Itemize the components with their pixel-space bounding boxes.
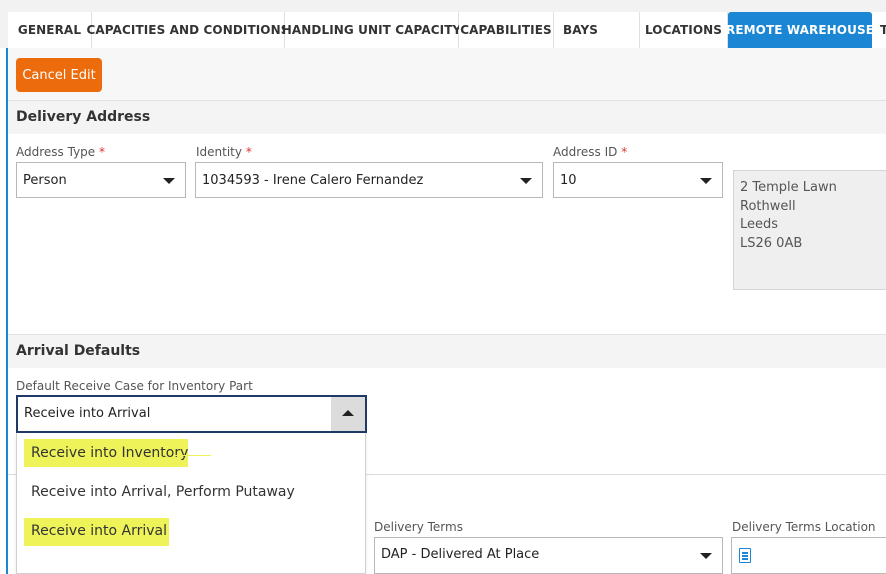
- address-id-select[interactable]: 10: [553, 162, 723, 198]
- delivery-terms-label: Delivery Terms: [374, 520, 463, 534]
- address-line: Leeds: [740, 217, 779, 232]
- delivery-terms-location-label: Delivery Terms Location: [732, 520, 876, 534]
- dropdown-option-receive-into-arrival[interactable]: Receive into Arrival: [31, 523, 167, 539]
- delivery-terms-location-field[interactable]: [731, 537, 886, 574]
- identity-value: 1034593 - Irene Calero Fernandez: [202, 172, 424, 188]
- address-display: 2 Temple Lawn Rothwell Leeds LS26 0AB: [733, 170, 886, 290]
- chevron-down-icon: [700, 178, 712, 184]
- receive-case-value: Receive into Arrival: [24, 406, 151, 421]
- address-id-value: 10: [560, 172, 577, 188]
- address-line: Rothwell: [740, 198, 796, 214]
- address-line: LS26 0AB: [740, 235, 803, 251]
- tab-bays[interactable]: BAYS: [554, 12, 640, 48]
- command-toolbar: [8, 48, 886, 100]
- chevron-up-icon: [342, 410, 354, 416]
- chevron-down-icon: [520, 178, 532, 184]
- chevron-down-icon: [163, 178, 175, 184]
- receive-case-label: Default Receive Case for Inventory Part: [16, 379, 253, 393]
- address-id-label: Address ID *: [553, 145, 628, 159]
- address-type-select[interactable]: Person: [16, 162, 186, 198]
- tab-capabilities[interactable]: CAPABILITIES: [459, 12, 554, 48]
- chevron-down-icon: [700, 553, 712, 559]
- address-type-label: Address Type *: [16, 145, 105, 159]
- dropdown-option-receive-into-inventory[interactable]: Receive into Inventory: [31, 445, 188, 461]
- receive-case-toggle[interactable]: [331, 397, 365, 431]
- tab-bar: GENERAL CAPACITIES AND CONDITIONS HANDLI…: [0, 0, 886, 48]
- cancel-edit-button[interactable]: Cancel Edit: [16, 58, 102, 92]
- delivery-address-title: Delivery Address: [16, 109, 151, 125]
- dropdown-option-receive-into-arrival-perform-putaway[interactable]: Receive into Arrival, Perform Putaway: [31, 484, 295, 500]
- delivery-terms-select[interactable]: DAP - Delivered At Place: [374, 537, 723, 574]
- document-icon[interactable]: [739, 548, 751, 563]
- tab-general[interactable]: GENERAL: [8, 12, 92, 48]
- tab-handling-unit-capacity[interactable]: HANDLING UNIT CAPACITY: [282, 12, 461, 48]
- identity-label: Identity *: [196, 145, 252, 159]
- tab-capacities-and-conditions[interactable]: CAPACITIES AND CONDITIONS: [87, 12, 289, 48]
- receive-case-select[interactable]: Receive into Arrival: [16, 395, 367, 433]
- identity-select[interactable]: 1034593 - Irene Calero Fernandez: [195, 162, 543, 198]
- tab-overflow[interactable]: T: [872, 12, 886, 48]
- address-type-value: Person: [23, 172, 67, 188]
- tab-locations[interactable]: LOCATIONS: [640, 12, 728, 48]
- address-line: 2 Temple Lawn: [740, 180, 837, 195]
- arrival-defaults-title: Arrival Defaults: [16, 343, 141, 359]
- tab-remote-warehouse[interactable]: REMOTE WAREHOUSE: [726, 12, 874, 48]
- highlight-stroke: [175, 455, 211, 456]
- delivery-terms-value: DAP - Delivered At Place: [381, 547, 540, 562]
